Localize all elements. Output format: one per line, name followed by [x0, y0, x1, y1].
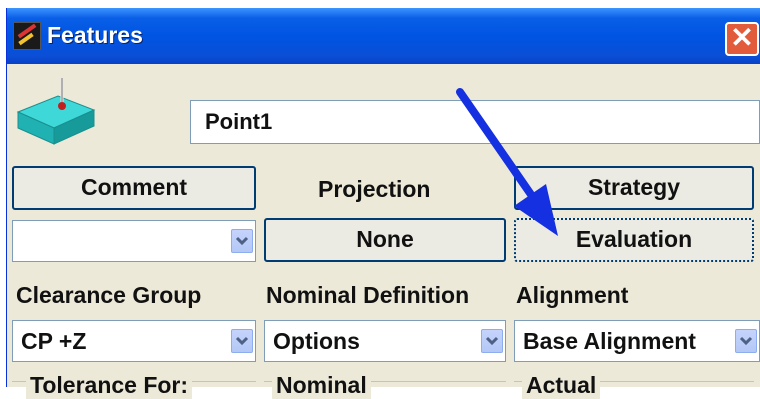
evaluation-button[interactable]: Evaluation	[514, 218, 754, 262]
clearance-group-value: CP +Z	[21, 328, 87, 354]
chevron-down-icon[interactable]	[231, 229, 253, 253]
feature-name-field[interactable]: Point1	[190, 100, 760, 144]
alignment-value: Base Alignment	[523, 328, 696, 354]
title-bar[interactable]: Features ✕	[7, 8, 760, 64]
tolerance-for-label: Tolerance For:	[26, 372, 193, 399]
comment-button[interactable]: Comment	[12, 166, 256, 210]
projection-none-button[interactable]: None	[264, 218, 506, 262]
comment-combo[interactable]	[12, 220, 256, 262]
pcdmis-logo-icon	[13, 22, 41, 50]
point-feature-icon	[16, 78, 96, 145]
clearance-group-label: Clearance Group	[16, 282, 202, 308]
nominal-definition-value: Options	[273, 328, 360, 354]
chevron-down-icon[interactable]	[231, 329, 253, 353]
actual-group-label: Actual	[522, 372, 601, 399]
clearance-group-combo[interactable]: CP +Z	[12, 320, 256, 362]
alignment-label: Alignment	[516, 282, 629, 308]
chevron-down-icon[interactable]	[735, 329, 757, 353]
close-button[interactable]: ✕	[725, 22, 759, 56]
nominal-definition-label: Nominal Definition	[266, 282, 470, 308]
nominal-group-label: Nominal	[272, 372, 371, 399]
projection-label: Projection	[318, 176, 431, 202]
close-icon: ✕	[730, 22, 754, 53]
chevron-down-icon[interactable]	[481, 329, 503, 353]
window-title: Features	[47, 22, 143, 48]
nominal-definition-combo[interactable]: Options	[264, 320, 506, 362]
strategy-button[interactable]: Strategy	[514, 166, 754, 210]
alignment-combo[interactable]: Base Alignment	[514, 320, 760, 362]
